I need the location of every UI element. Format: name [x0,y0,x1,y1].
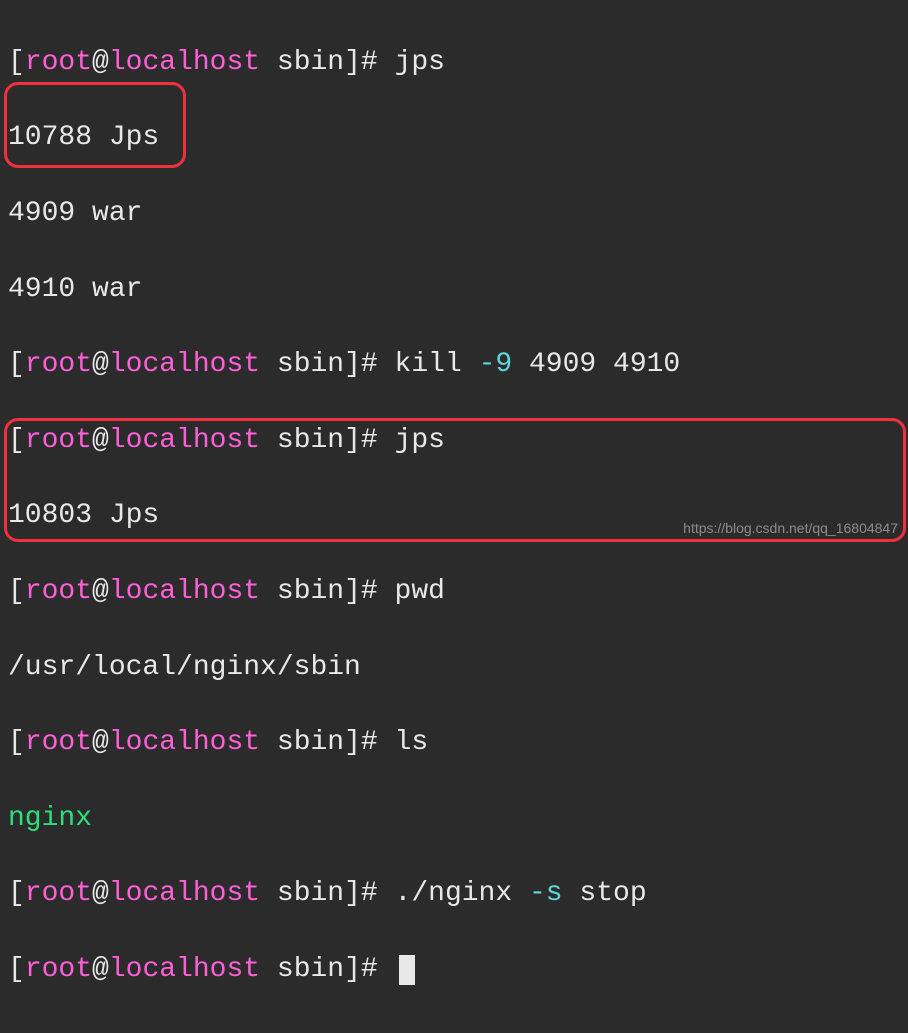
command-flag: -s [529,878,563,909]
prompt-hash: # [361,47,378,78]
terminal-line: [root@localhost sbin]# ls [8,724,900,762]
command-text: pwd [395,576,445,607]
bracket-close: ] [344,47,361,78]
terminal-line: [root@localhost sbin]# pwd [8,573,900,611]
command-arg: 4909 4910 [529,349,680,380]
command-arg: stop [579,878,646,909]
output-line: /usr/local/nginx/sbin [8,649,900,687]
output-line: 4909 war [8,195,900,233]
terminal-cursor[interactable] [399,955,415,985]
at-sign: @ [92,47,109,78]
output-line: 4910 war [8,271,900,309]
bracket-open: [ [8,47,25,78]
command-text: ./nginx [395,878,513,909]
watermark-text: https://blog.csdn.net/qq_16804847 [683,519,898,538]
prompt-cwd: sbin [277,47,344,78]
prompt-host: localhost [109,47,260,78]
terminal-line: [root@localhost sbin]# kill -9 4909 4910 [8,346,900,384]
command-text: kill [395,349,462,380]
terminal-line: [root@localhost sbin]# jps [8,44,900,82]
command-text: ls [395,727,429,758]
command-text: jps [395,47,445,78]
output-line-executable: nginx [8,800,900,838]
terminal-line-current[interactable]: [root@localhost sbin]# [8,951,900,989]
output-line: 10788 Jps [8,119,900,157]
terminal-output: [root@localhost sbin]# jps 10788 Jps 490… [0,0,908,1033]
command-flag: -9 [479,349,513,380]
prompt-user: root [25,47,92,78]
terminal-line: [root@localhost sbin]# ./nginx -s stop [8,875,900,913]
command-text: jps [395,425,445,456]
terminal-line: [root@localhost sbin]# jps [8,422,900,460]
